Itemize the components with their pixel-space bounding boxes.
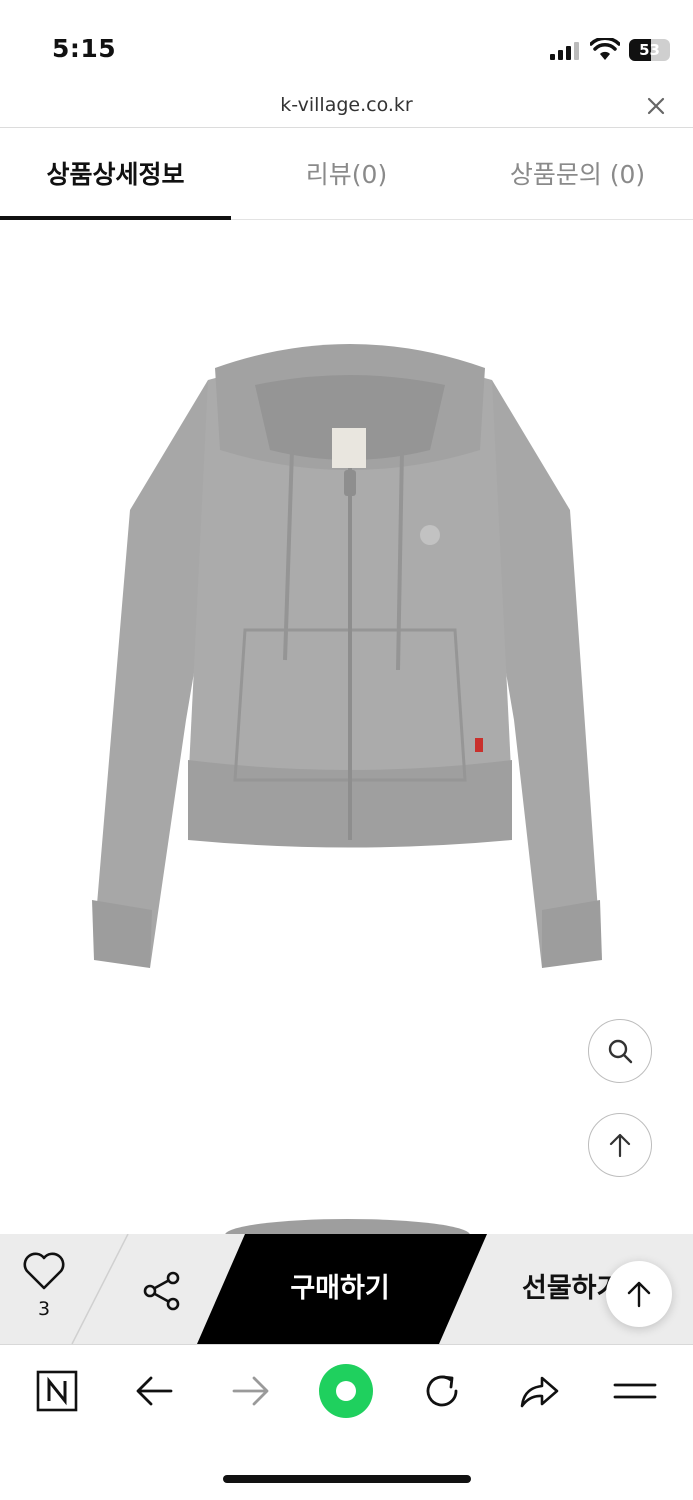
arrow-up-icon <box>627 1281 651 1308</box>
menu-icon <box>613 1383 657 1399</box>
forward-button[interactable] <box>228 1368 274 1414</box>
forward-arrow-icon <box>232 1376 269 1406</box>
gray-zip-hoodie-image <box>92 344 602 968</box>
scroll-top-button[interactable] <box>588 1113 652 1177</box>
share-icon[interactable] <box>140 1269 184 1313</box>
wifi-icon <box>590 38 620 60</box>
reload-icon <box>426 1375 458 1407</box>
reload-button[interactable] <box>419 1368 465 1414</box>
url-divider <box>0 127 693 128</box>
home-inner-dot <box>336 1381 356 1401</box>
active-tab-underline <box>0 216 231 220</box>
status-time: 5:15 <box>52 34 117 63</box>
url-label[interactable]: k-village.co.kr <box>0 94 693 116</box>
buy-button-label[interactable]: 구매하기 <box>240 1269 440 1309</box>
naver-n-button[interactable] <box>34 1368 80 1414</box>
share-icon <box>520 1376 559 1408</box>
menu-button[interactable] <box>612 1368 658 1414</box>
battery-percent: 53 <box>639 41 660 59</box>
home-green-icon[interactable] <box>319 1364 373 1418</box>
next-image-peek <box>225 1219 470 1235</box>
cellular-signal-icon <box>550 42 579 60</box>
scroll-top-float-button[interactable] <box>606 1261 672 1327</box>
naver-n-icon <box>36 1370 78 1412</box>
battery-indicator: 53 <box>629 39 670 61</box>
toolbar-divider <box>0 1344 693 1345</box>
search-button[interactable] <box>588 1019 652 1083</box>
tab-product-details[interactable]: 상품상세정보 <box>0 155 231 195</box>
back-arrow-icon <box>136 1376 173 1406</box>
back-button[interactable] <box>131 1368 177 1414</box>
home-indicator <box>223 1475 471 1483</box>
tab-reviews[interactable]: 리뷰(0) <box>231 155 462 195</box>
close-icon[interactable] <box>643 93 669 119</box>
tab-product-inquiry[interactable]: 상품문의 (0) <box>462 155 693 195</box>
like-count: 3 <box>37 1298 51 1320</box>
share-page-button[interactable] <box>516 1368 562 1414</box>
heart-icon <box>23 1252 65 1290</box>
arrow-up-icon <box>609 1133 631 1158</box>
like-button[interactable]: 3 <box>20 1252 68 1324</box>
magnifier-icon <box>608 1039 633 1064</box>
